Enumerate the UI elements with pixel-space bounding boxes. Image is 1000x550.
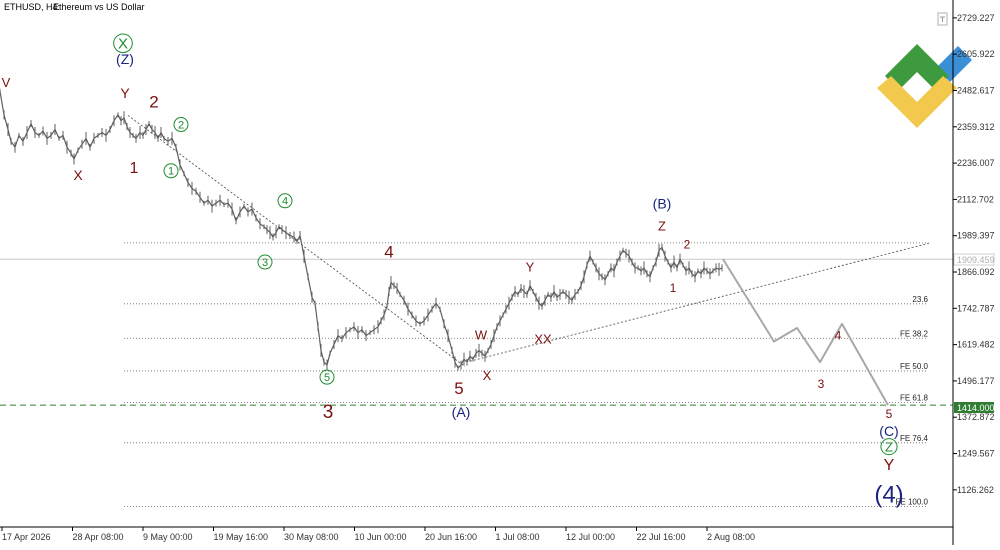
x-tick-label: 2 Aug 08:00 [707, 532, 755, 542]
x-tick-label: 22 Jul 16:00 [637, 532, 686, 542]
y-tick-label: 2729.227 [957, 13, 995, 23]
price-chart[interactable]: 23.6 FE 38.2 FE 50.0 FE 61.8 FE 76.4 FE 100.0… [0, 0, 1000, 545]
wave-label: X [483, 368, 492, 383]
wave-labels-group: X(Z)Y 221 1XV434535(A)WXXXY(B)Z21435(C)ZY(… [2, 33, 904, 508]
fib-level-label: FE 61.8 [900, 393, 929, 402]
wave-label: 5 [324, 372, 330, 384]
fib-level-label: 23.6 [912, 295, 928, 304]
trendlines-group [127, 115, 931, 367]
x-tick-label: 20 Jun 16:00 [425, 532, 477, 542]
wave-label: 1 [168, 166, 174, 178]
wave-label: X [73, 167, 83, 183]
x-tick-label: 19 May 16:00 [214, 532, 269, 542]
chart-svg[interactable]: 23.6FE 38.2FE 50.0FE 61.8FE 76.4FE 100.0… [0, 0, 1000, 545]
y-tick-label: 2236.007 [957, 158, 995, 168]
wave-label: 5 [886, 407, 893, 421]
price-line [0, 91, 723, 369]
chart-description: Ethereum vs US Dollar [53, 2, 145, 12]
x-tick-label: 9 May 00:00 [143, 532, 193, 542]
wave-label: Y [120, 85, 130, 101]
chart-symbol: ETHUSD, H4: [4, 2, 60, 12]
wave-label: V [2, 75, 11, 90]
y-tick-label: 1249.567 [957, 449, 995, 459]
y-tick-label: 1126.262 [957, 485, 994, 495]
wave-label: Y [526, 260, 535, 275]
y-tick-label: 1496.177 [957, 376, 995, 386]
wave-label: (4) [874, 481, 903, 508]
x-axis-ticks: 17 Apr 2026 28 Apr 08:00 9 May 00:00 19 May… [1, 527, 755, 542]
x-tick-label: 10 Jun 00:00 [355, 532, 407, 542]
x-tick-label: 30 May 08:00 [284, 532, 339, 542]
wave-label: 5 [454, 379, 463, 398]
wave-label: 4 [384, 243, 393, 262]
projection-group [722, 258, 889, 406]
y-tick-label: 2482.617 [957, 85, 995, 95]
fib-levels-group: 23.6FE 38.2FE 50.0FE 61.8FE 76.4FE 100.0 [0, 242, 953, 507]
wave-label: (A) [452, 404, 471, 420]
y-tick-label: 1372.872 [957, 412, 995, 422]
wave-label: 1 [130, 160, 139, 177]
wave-label: 2 [684, 238, 691, 252]
wave-label: Z [658, 218, 666, 233]
wave-label: (C) [879, 423, 898, 439]
wave-label: 3 [262, 257, 268, 269]
wave-label: 2 [178, 119, 184, 131]
wave-label: W [475, 327, 488, 342]
logo-yellow-chevron [877, 76, 957, 128]
wave-label: 4 [282, 196, 288, 208]
wave-label: Y [884, 457, 895, 474]
y-tick-label: 2605.922 [957, 49, 995, 59]
y-tick-label: 1989.397 [957, 231, 995, 241]
x-tick-label: 1 Jul 08:00 [496, 532, 540, 542]
wave-label: 1 [670, 281, 677, 295]
wave-label: Z [885, 439, 893, 454]
wave-label: 4 [835, 329, 842, 343]
fib-level-label: FE 50.0 [900, 362, 929, 371]
x-tick-label: 12 Jul 00:00 [566, 532, 615, 542]
wave-label: X [118, 36, 128, 53]
fib-level-label: FE 38.2 [900, 329, 929, 338]
projection-path [722, 258, 889, 406]
wave-label: 2 [149, 93, 158, 112]
price-series-group [0, 88, 723, 371]
wave-label: (B) [653, 195, 672, 211]
wave-label: 3 [323, 402, 334, 423]
key-level-label: 1414.000 [957, 403, 995, 413]
x-tick-label: 17 Apr 2026 [2, 532, 51, 542]
y-tick-label: 2112.702 [957, 194, 994, 204]
y-tick-label: 1866.092 [957, 267, 995, 277]
y-tick-label: 2359.312 [957, 122, 995, 132]
x-tick-label: 28 Apr 08:00 [73, 532, 124, 542]
wave-label: XX [534, 332, 552, 347]
wave-label: (Z) [116, 51, 134, 67]
wave-label: 3 [818, 377, 825, 391]
current-price-label: 1909.459 [957, 255, 995, 265]
y-tick-label: 1742.787 [957, 303, 995, 313]
fib-level-label: FE 76.4 [900, 434, 929, 443]
y-tick-label: 1619.482 [957, 340, 995, 350]
